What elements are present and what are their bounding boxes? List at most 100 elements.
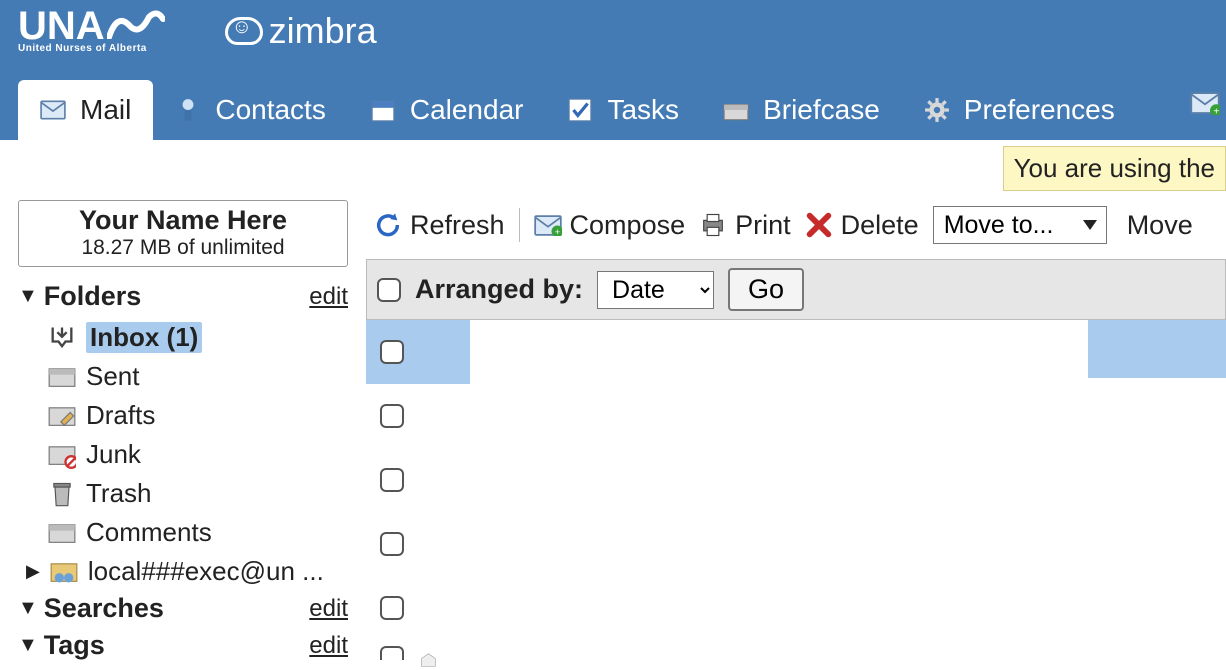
- compose-shortcut-icon[interactable]: +: [1190, 91, 1226, 122]
- searches-edit-link[interactable]: edit: [309, 595, 348, 623]
- briefcase-icon: [723, 97, 749, 123]
- delete-button[interactable]: Delete: [805, 210, 919, 241]
- user-quota: 18.27 MB of unlimited: [23, 236, 343, 260]
- mail-toolbar: Refresh + Compose Print Delete Move to..…: [366, 200, 1226, 255]
- tab-calendar[interactable]: Calendar: [348, 80, 546, 140]
- print-button[interactable]: Print: [699, 210, 791, 241]
- refresh-label: Refresh: [410, 210, 505, 241]
- folders-edit-link[interactable]: edit: [309, 283, 348, 311]
- arranged-by-select[interactable]: Date: [597, 271, 714, 309]
- searches-header[interactable]: ▼Searches edit: [18, 591, 348, 630]
- svg-text:+: +: [554, 226, 559, 235]
- zimbra-logo-text: zimbra: [269, 10, 377, 52]
- folder-sent[interactable]: Sent: [48, 357, 348, 396]
- sent-icon: [48, 363, 76, 391]
- user-box: Your Name Here 18.27 MB of unlimited: [18, 200, 348, 267]
- tab-calendar-label: Calendar: [410, 94, 524, 126]
- una-logo-text: UNA: [18, 8, 105, 44]
- tab-preferences[interactable]: Preferences: [902, 80, 1137, 140]
- row-checkbox[interactable]: [380, 596, 404, 620]
- arranged-by-label: Arranged by:: [415, 274, 583, 305]
- calendar-icon: [370, 97, 396, 123]
- folder-sent-label: Sent: [86, 361, 140, 392]
- print-label: Print: [735, 210, 791, 241]
- folder-comments[interactable]: Comments: [48, 513, 348, 552]
- tasks-icon: [567, 97, 593, 123]
- folder-trash[interactable]: Trash: [48, 474, 348, 513]
- tags-edit-link[interactable]: edit: [309, 632, 348, 660]
- folder-list: Inbox (1) Sent Drafts Junk Trash Comment…: [18, 318, 348, 591]
- move-button[interactable]: Move: [1127, 210, 1193, 241]
- row-checkbox[interactable]: [380, 340, 404, 364]
- message-list: [366, 320, 1226, 670]
- message-row[interactable]: [366, 384, 1226, 448]
- move-to-select[interactable]: Move to...: [933, 206, 1107, 244]
- row-checkbox[interactable]: [380, 404, 404, 428]
- folder-shared[interactable]: ▶ local###exec@un ...: [26, 552, 348, 591]
- una-logo: UNA United Nurses of Alberta: [18, 8, 165, 53]
- folder-junk[interactable]: Junk: [48, 435, 348, 474]
- refresh-button[interactable]: Refresh: [374, 210, 505, 241]
- folder-junk-label: Junk: [86, 439, 141, 470]
- tab-tasks-label: Tasks: [607, 94, 679, 126]
- tab-preferences-label: Preferences: [964, 94, 1115, 126]
- folders-label: Folders: [44, 281, 142, 312]
- row-checkbox[interactable]: [380, 646, 404, 660]
- compose-button[interactable]: + Compose: [534, 210, 686, 241]
- tab-bar: Mail Contacts Calendar Tasks Briefcase: [0, 72, 1226, 140]
- gear-icon: [924, 97, 950, 123]
- una-logo-sub: United Nurses of Alberta: [18, 44, 147, 53]
- chevron-right-icon: ▶: [26, 561, 40, 582]
- svg-text:+: +: [1213, 106, 1219, 115]
- compose-label: Compose: [570, 210, 686, 241]
- message-row[interactable]: [366, 640, 1226, 670]
- tab-tasks[interactable]: Tasks: [545, 80, 701, 140]
- tab-briefcase-label: Briefcase: [763, 94, 880, 126]
- folder-drafts-label: Drafts: [86, 400, 155, 431]
- trash-icon: [48, 480, 76, 508]
- mail-icon: [40, 97, 66, 123]
- folder-comments-label: Comments: [86, 517, 212, 548]
- refresh-icon: [374, 211, 402, 239]
- message-row[interactable]: [366, 448, 1226, 512]
- shared-folder-icon: [50, 558, 78, 586]
- selected-row-highlight: [1088, 320, 1226, 378]
- user-name: Your Name Here: [23, 205, 343, 236]
- folder-inbox-label: Inbox (1): [86, 322, 202, 353]
- select-all-checkbox[interactable]: [377, 278, 401, 302]
- tab-mail[interactable]: Mail: [18, 80, 153, 140]
- top-bar: UNA United Nurses of Alberta zimbra Mail…: [0, 0, 1226, 140]
- arrange-bar: Arranged by: Date Go: [366, 259, 1226, 320]
- row-checkbox[interactable]: [380, 468, 404, 492]
- compose-icon: +: [534, 211, 562, 239]
- folder-trash-label: Trash: [86, 478, 152, 509]
- junk-icon: [48, 441, 76, 469]
- tab-contacts[interactable]: Contacts: [153, 80, 348, 140]
- chevron-down-icon: ▼: [18, 634, 38, 657]
- inbox-icon: [48, 324, 76, 352]
- sidebar: Your Name Here 18.27 MB of unlimited ▼Fo…: [0, 200, 356, 670]
- folder-inbox[interactable]: Inbox (1): [48, 318, 348, 357]
- notice-text: You are using the: [1014, 153, 1215, 183]
- move-to-select-wrap: Move to...: [933, 206, 1107, 244]
- contacts-icon: [175, 97, 201, 123]
- message-row[interactable]: [366, 320, 470, 384]
- tags-header[interactable]: ▼ Tags edit: [18, 630, 348, 667]
- message-row[interactable]: [366, 576, 1226, 640]
- folder-drafts[interactable]: Drafts: [48, 396, 348, 435]
- go-button[interactable]: Go: [728, 268, 804, 311]
- tab-contacts-label: Contacts: [215, 94, 326, 126]
- tab-briefcase[interactable]: Briefcase: [701, 80, 902, 140]
- message-row[interactable]: [366, 512, 1226, 576]
- drafts-icon: [48, 402, 76, 430]
- folders-header[interactable]: ▼Folders edit: [18, 279, 348, 318]
- notice-banner: You are using the: [1003, 146, 1226, 191]
- chevron-down-icon: ▼: [18, 597, 38, 620]
- print-icon: [699, 211, 727, 239]
- folder-icon: [48, 519, 76, 547]
- delete-label: Delete: [841, 210, 919, 241]
- zimbra-face-icon: [225, 17, 263, 45]
- tags-label: Tags: [44, 630, 105, 661]
- row-checkbox[interactable]: [380, 532, 404, 556]
- zimbra-logo: zimbra: [225, 10, 377, 52]
